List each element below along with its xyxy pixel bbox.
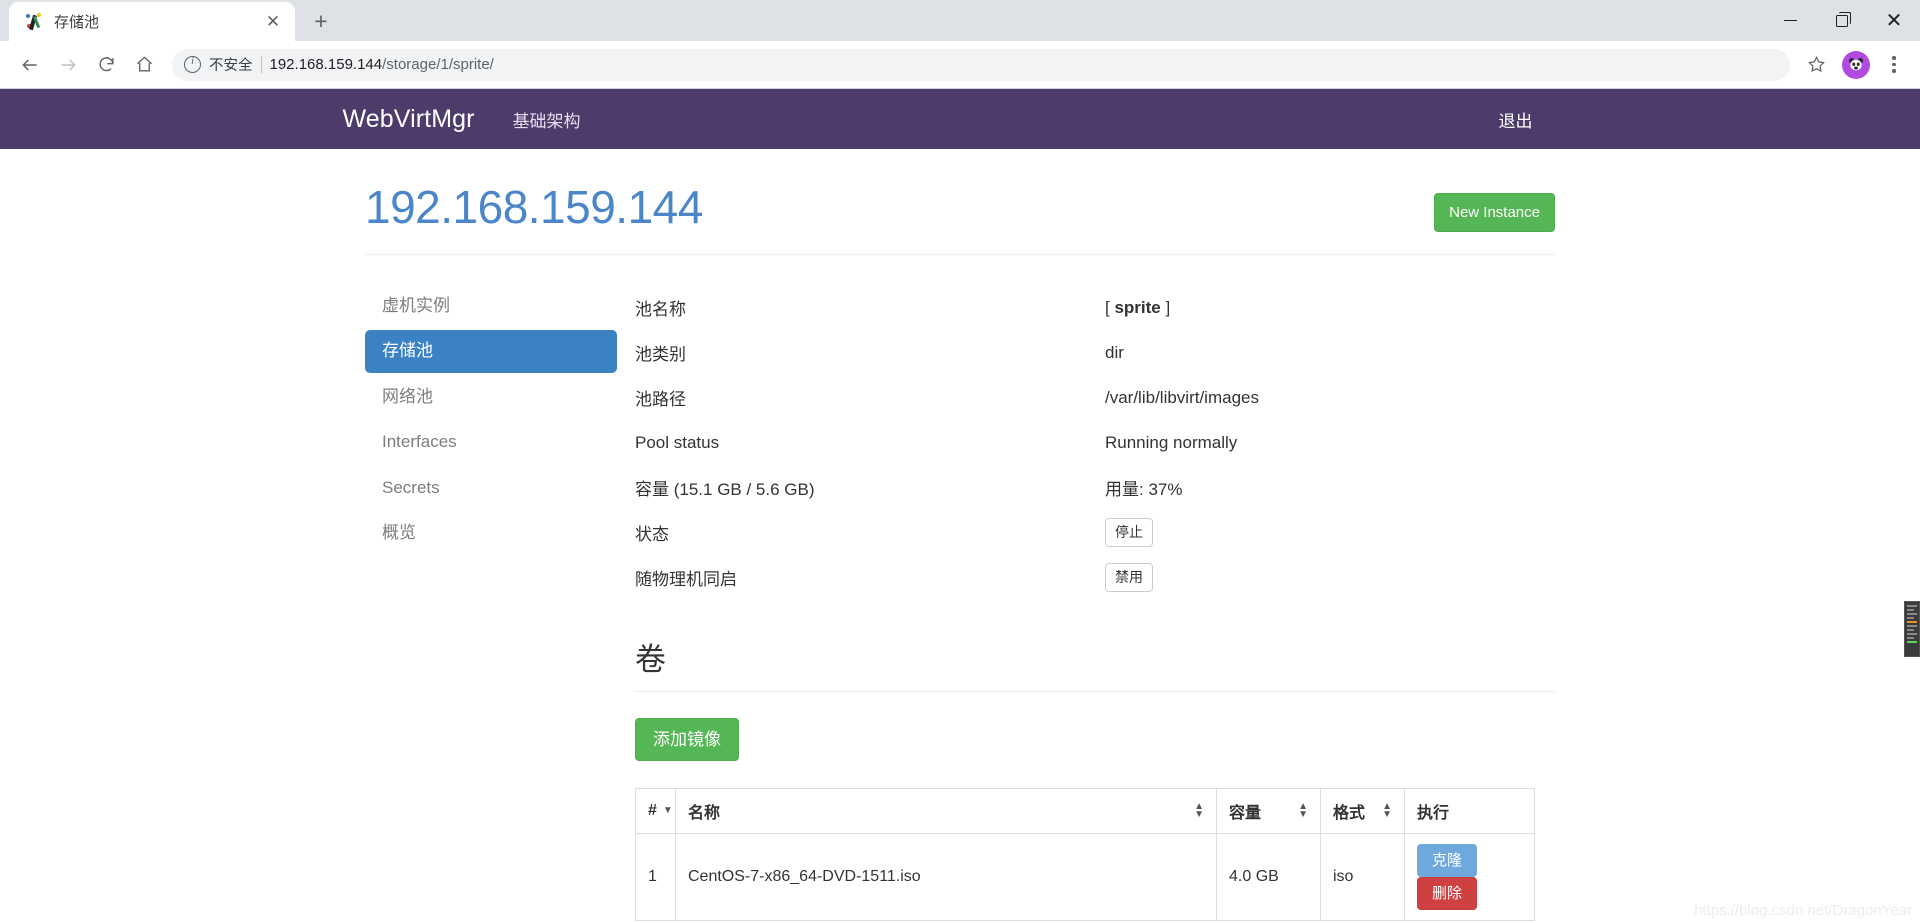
info-circle-icon[interactable] <box>184 55 201 73</box>
add-image-button[interactable]: 添加镜像 <box>635 717 739 761</box>
tab-title: 存储池 <box>54 14 100 31</box>
home-icon[interactable] <box>126 47 162 83</box>
page-container: 192.168.159.144 New Instance 虚机实例 存储池 网络… <box>365 149 1555 921</box>
watermark: https://blog.csdn.net/DragonYear <box>1694 902 1912 919</box>
address-bar[interactable]: 不安全 192.168.159.144/storage/1/sprite/ <box>172 48 1790 81</box>
url-text[interactable]: 192.168.159.144/storage/1/sprite/ <box>270 56 494 73</box>
back-arrow-icon[interactable] <box>12 47 48 83</box>
detail-row-pool-path: 池路径 /var/lib/libvirt/images <box>635 375 1555 420</box>
detail-row-pool-name: 池名称 [ sprite ] <box>635 285 1555 330</box>
plus-icon[interactable]: + <box>301 4 341 38</box>
browser-chrome: 存储池 ✕ + ✕ i 不安全 192.168.159.144/storage/… <box>0 0 1920 89</box>
sidebar-item-storage[interactable]: 存储池 <box>365 330 617 373</box>
detail-value: [ sprite ] <box>1105 297 1171 317</box>
detail-label: 状态 <box>635 525 669 544</box>
page-body: 虚机实例 存储池 网络池 Interfaces Secrets 概览 池名称 [… <box>365 255 1555 921</box>
url-host: 192.168.159.144 <box>269 56 383 73</box>
column-label: 格式 <box>1333 804 1366 822</box>
cell-size: 4.0 GB <box>1216 832 1321 921</box>
table-row: 1 CentOS-7-x86_64-DVD-1511.iso 4.0 GB is… <box>635 832 1535 921</box>
pool-detail-panel: 池名称 [ sprite ] 池类别 dir 池路径 /var/lib/libv… <box>635 285 1555 921</box>
column-header-actions: 执行 <box>1404 787 1535 834</box>
web-page: WebVirtMgr 基础架构 退出 192.168.159.144 New I… <box>0 89 1920 923</box>
tab-strip: 存储池 ✕ + ✕ <box>0 0 1920 41</box>
logout-link[interactable]: 退出 <box>1499 112 1533 131</box>
forward-arrow-icon[interactable] <box>50 47 86 83</box>
security-label: 不安全 <box>209 58 253 74</box>
three-dot-menu-icon[interactable] <box>1878 47 1910 83</box>
detail-label: 容量 (15.1 GB / 5.6 GB) <box>635 480 815 499</box>
detail-row-state: 状态 停止 <box>635 510 1555 555</box>
sort-caret-down-icon[interactable]: ▼ <box>663 805 673 816</box>
sort-updown-icon[interactable]: ▲ ▼ <box>1194 802 1204 819</box>
new-instance-button[interactable]: New Instance <box>1434 193 1555 232</box>
detail-label: 池类别 <box>635 345 686 364</box>
app-brand[interactable]: WebVirtMgr <box>343 105 475 134</box>
column-header-name[interactable]: 名称 ▲ ▼ <box>675 787 1217 834</box>
detail-label: 池路径 <box>635 390 686 409</box>
volumes-table: # ▼ 名称 ▲ ▼ 容量 ▲ ▼ 格式 ▲ ▼ 执行 1 CentOS-7-x… <box>635 787 1535 921</box>
cell-number: 1 <box>635 832 676 921</box>
sort-updown-icon[interactable]: ▲ ▼ <box>1298 802 1308 819</box>
window-controls: ✕ <box>1764 0 1920 41</box>
sidebar-item-interfaces[interactable]: Interfaces <box>365 421 617 463</box>
browser-tab[interactable]: 存储池 ✕ <box>9 2 295 41</box>
volumes-section-title: 卷 <box>635 642 1555 692</box>
detail-value: 禁用 <box>1105 563 1153 592</box>
detail-row-capacity: 容量 (15.1 GB / 5.6 GB) 用量: 37% <box>635 465 1555 510</box>
url-path: /storage/1/sprite/ <box>382 56 494 73</box>
detail-value: dir <box>1105 342 1124 362</box>
column-label: 容量 <box>1229 804 1262 822</box>
detail-value: 用量: 37% <box>1105 480 1183 499</box>
column-header-number[interactable]: # ▼ <box>635 787 676 834</box>
column-label: # <box>648 801 657 819</box>
disable-autostart-button[interactable]: 禁用 <box>1105 563 1153 592</box>
webvirtmgr-favicon-icon <box>25 12 43 31</box>
divider <box>260 56 262 73</box>
column-label: 执行 <box>1417 804 1450 822</box>
star-icon[interactable] <box>1798 47 1834 83</box>
code-minimap-widget[interactable] <box>1904 601 1920 657</box>
close-icon[interactable]: ✕ <box>261 10 285 34</box>
sidebar-item-networks[interactable]: 网络池 <box>365 376 617 418</box>
detail-row-pool-type: 池类别 dir <box>635 330 1555 375</box>
column-label: 名称 <box>688 804 721 822</box>
table-header-row: # ▼ 名称 ▲ ▼ 容量 ▲ ▼ 格式 ▲ ▼ 执行 <box>635 787 1535 834</box>
detail-value: /var/lib/libvirt/images <box>1105 387 1259 407</box>
browser-toolbar: 不安全 192.168.159.144/storage/1/sprite/ <box>0 41 1920 89</box>
app-navbar: WebVirtMgr 基础架构 退出 <box>0 89 1920 149</box>
delete-button[interactable]: 删除 <box>1417 876 1478 910</box>
sidebar-nav: 虚机实例 存储池 网络池 Interfaces Secrets 概览 <box>365 285 635 921</box>
reload-icon[interactable] <box>88 47 124 83</box>
cell-name: CentOS-7-x86_64-DVD-1511.iso <box>675 832 1217 921</box>
detail-label: 池名称 <box>635 300 686 319</box>
column-header-size[interactable]: 容量 ▲ ▼ <box>1216 787 1321 834</box>
nav-link-infrastructure[interactable]: 基础架构 <box>513 107 581 132</box>
minimize-icon[interactable] <box>1764 0 1816 41</box>
detail-label: Pool status <box>635 432 720 452</box>
clone-button[interactable]: 克隆 <box>1417 843 1478 877</box>
detail-row-pool-status: Pool status Running normally <box>635 420 1555 465</box>
window-close-icon[interactable]: ✕ <box>1868 0 1920 41</box>
detail-value: 停止 <box>1105 518 1153 547</box>
column-header-format[interactable]: 格式 ▲ ▼ <box>1320 787 1405 834</box>
avatar[interactable] <box>1842 50 1870 79</box>
maximize-icon[interactable] <box>1816 0 1868 41</box>
sidebar-item-instances[interactable]: 虚机实例 <box>365 285 617 327</box>
cell-format: iso <box>1320 832 1405 921</box>
detail-label: 随物理机同启 <box>635 570 737 589</box>
pool-name-value: sprite <box>1114 297 1161 317</box>
page-title: 192.168.159.144 <box>365 181 703 233</box>
sidebar-item-secrets[interactable]: Secrets <box>365 467 617 509</box>
sidebar-item-overview[interactable]: 概览 <box>365 512 617 554</box>
detail-value: Running normally <box>1105 432 1238 452</box>
stop-button[interactable]: 停止 <box>1105 518 1153 547</box>
cell-actions: 克隆 删除 <box>1404 832 1535 921</box>
sort-updown-icon[interactable]: ▲ ▼ <box>1382 802 1392 819</box>
page-header: 192.168.159.144 New Instance <box>365 183 1555 255</box>
detail-row-autostart: 随物理机同启 禁用 <box>635 555 1555 600</box>
